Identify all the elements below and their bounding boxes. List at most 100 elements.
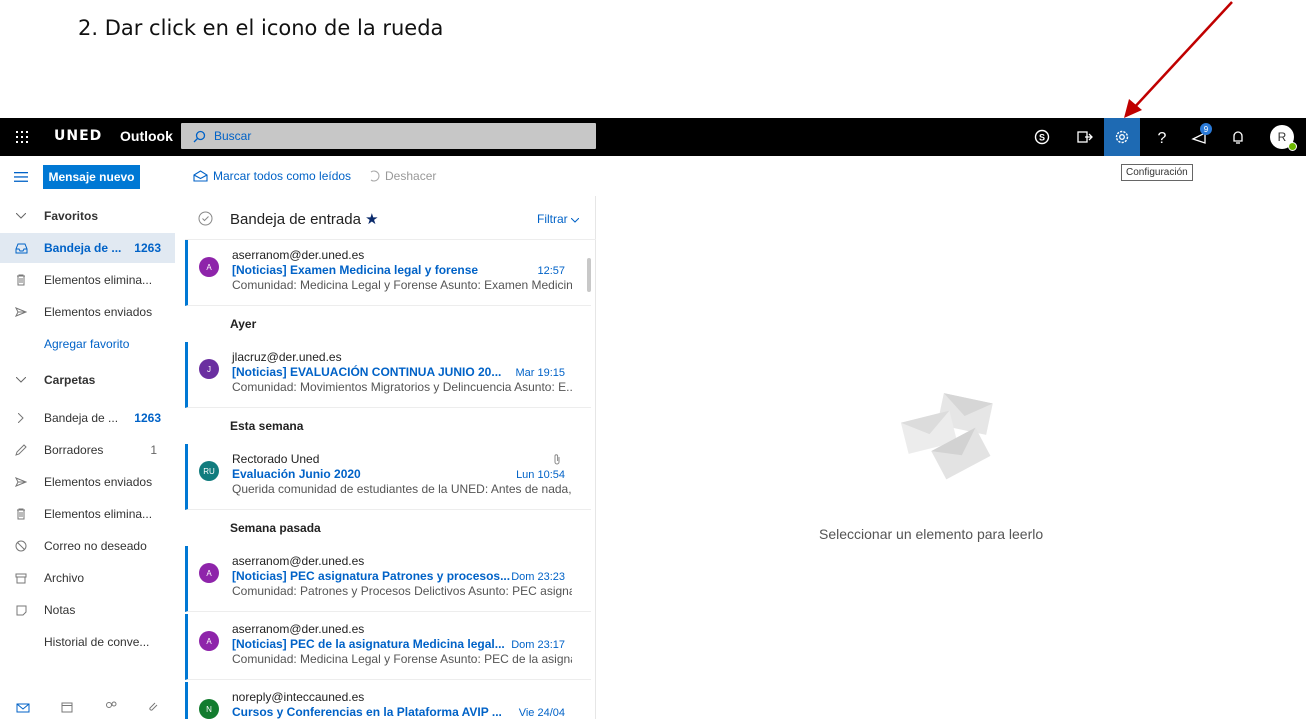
favorites-header[interactable]: Favoritos: [0, 201, 175, 231]
group-header-this-week: Esta semana: [185, 408, 591, 444]
search-box[interactable]: Buscar: [181, 123, 596, 149]
message-row[interactable]: A aserranom@der.uned.es [Noticias] PEC a…: [185, 546, 591, 612]
sidebar-item-junk[interactable]: Correo no deseado: [0, 531, 175, 561]
app-name[interactable]: Outlook: [120, 128, 173, 144]
archive-icon: [14, 571, 28, 585]
calendar-icon[interactable]: [61, 700, 73, 719]
star-icon: ★: [365, 211, 379, 228]
new-message-button[interactable]: Mensaje nuevo: [43, 165, 140, 189]
module-switcher: [0, 700, 175, 719]
outlook-app: UNED Outlook Buscar S ? 9 R Mensaje nuev…: [0, 118, 1306, 719]
inbox-icon: [14, 241, 28, 255]
subject: [Noticias] EVALUACIÓN CONTINUA JUNIO 20.…: [232, 365, 502, 379]
command-bar: Mensaje nuevo Marcar todos como leídos D…: [0, 156, 1306, 196]
notifications-bell-icon[interactable]: [1220, 118, 1256, 156]
sender: aserranom@der.uned.es: [232, 622, 365, 636]
sidebar-item-conversation-history[interactable]: Historial de conve...: [0, 627, 175, 657]
reading-pane: Seleccionar un elemento para leerlo: [597, 196, 1306, 719]
empty-reading-text: Seleccionar un elemento para leerlo: [819, 526, 1044, 542]
sender: aserranom@der.uned.es: [232, 554, 365, 568]
group-header-yesterday: Ayer: [185, 306, 591, 342]
subject: Evaluación Junio 2020: [232, 467, 361, 481]
settings-tooltip: Configuración: [1121, 164, 1193, 181]
mail-icon[interactable]: [16, 700, 30, 719]
message-list: Bandeja de entrada ★ Filtrar A aserranom…: [185, 196, 596, 719]
notification-badge: 9: [1200, 123, 1212, 135]
message-row[interactable]: J jlacruz@der.uned.es [Noticias] EVALUAC…: [185, 342, 591, 408]
folders-header[interactable]: Carpetas: [0, 365, 175, 395]
mark-all-read-button[interactable]: Marcar todos como leídos: [193, 169, 351, 183]
subject: [Noticias] PEC de la asignatura Medicina…: [232, 637, 505, 651]
send-icon: [14, 305, 28, 319]
unread-count: 1263: [134, 411, 161, 425]
message-row[interactable]: RU Rectorado Uned Evaluación Junio 2020 …: [185, 444, 591, 510]
sender-avatar: A: [199, 563, 219, 583]
attach-icon[interactable]: [149, 700, 159, 719]
received-time: Dom 23:23: [511, 571, 565, 583]
received-time: Mar 19:15: [515, 367, 565, 379]
chevron-right-icon: [14, 411, 28, 425]
search-icon: [193, 130, 206, 143]
people-icon[interactable]: [104, 700, 118, 719]
sender: aserranom@der.uned.es: [232, 248, 365, 262]
whats-new-icon[interactable]: 9: [1182, 118, 1218, 156]
add-favorite-link[interactable]: Agregar favorito: [0, 329, 175, 359]
preview-text: Comunidad: Medicina Legal y Forense Asun…: [232, 652, 572, 666]
folder-title: Bandeja de entrada ★: [230, 211, 379, 228]
empty-envelopes-icon: [900, 393, 993, 480]
sender-avatar: RU: [199, 461, 219, 481]
sidebar-item-notes[interactable]: Notas: [0, 595, 175, 625]
message-row[interactable]: N noreply@inteccauned.es Cursos y Confer…: [185, 682, 591, 719]
blocked-icon: [14, 539, 28, 553]
svg-text:?: ?: [1158, 130, 1167, 145]
sender: Rectorado Uned: [232, 452, 320, 466]
undo-button[interactable]: Deshacer: [368, 169, 436, 183]
svg-text:S: S: [1039, 133, 1045, 143]
sender: jlacruz@der.uned.es: [232, 350, 342, 364]
message-list-header: Bandeja de entrada ★ Filtrar: [185, 196, 596, 240]
app-launcher-icon[interactable]: [0, 118, 44, 156]
hamburger-menu-icon[interactable]: [14, 169, 28, 187]
message-row[interactable]: A aserranom@der.uned.es [Noticias] Exame…: [185, 240, 591, 306]
received-time: Dom 23:17: [511, 639, 565, 651]
trash-icon: [14, 507, 28, 521]
settings-gear-icon[interactable]: [1104, 118, 1140, 156]
sender: noreply@inteccauned.es: [232, 690, 365, 704]
folder-pane: Favoritos Bandeja de ... 1263 Elementos …: [0, 196, 175, 719]
skype-icon[interactable]: S: [1024, 118, 1060, 156]
chevron-down-icon: [570, 217, 580, 223]
sidebar-item-inbox[interactable]: Bandeja de ... 1263: [0, 403, 175, 433]
user-avatar[interactable]: R: [1264, 118, 1300, 156]
uned-logo[interactable]: UNED: [54, 128, 102, 144]
list-scrollbar[interactable]: [587, 258, 591, 292]
my-day-icon[interactable]: [1067, 118, 1103, 156]
search-placeholder: Buscar: [214, 129, 252, 143]
sidebar-item-sent[interactable]: Elementos enviados: [0, 467, 175, 497]
sidebar-item-sent-favorite[interactable]: Elementos enviados: [0, 297, 175, 327]
sidebar-item-deleted[interactable]: Elementos elimina...: [0, 499, 175, 529]
sidebar-item-deleted-favorite[interactable]: Elementos elimina...: [0, 265, 175, 295]
sender-avatar: N: [199, 699, 219, 719]
received-time: 12:57: [537, 265, 565, 277]
message-row[interactable]: A aserranom@der.uned.es [Noticias] PEC d…: [185, 614, 591, 680]
sidebar-item-drafts[interactable]: Borradores 1: [0, 435, 175, 465]
undo-icon: [370, 170, 380, 182]
unread-count: 1263: [134, 241, 161, 255]
draft-count: 1: [150, 443, 157, 457]
sender-avatar: A: [199, 257, 219, 277]
received-time: Vie 24/04: [518, 707, 565, 719]
help-icon[interactable]: ?: [1144, 118, 1180, 156]
trash-icon: [14, 273, 28, 287]
presence-dot-icon: [1288, 142, 1297, 151]
subject: Cursos y Conferencias en la Plataforma A…: [232, 705, 502, 719]
envelope-open-icon: [193, 170, 208, 182]
filter-button[interactable]: Filtrar: [537, 212, 580, 226]
attachment-icon: [553, 452, 561, 470]
received-time: Lun 10:54: [516, 469, 565, 481]
sidebar-item-inbox-favorite[interactable]: Bandeja de ... 1263: [0, 233, 175, 263]
select-all-checkbox-icon[interactable]: [198, 211, 213, 231]
preview-text: Querida comunidad de estudiantes de la U…: [232, 482, 572, 496]
chevron-down-icon: [14, 373, 28, 387]
pencil-icon: [14, 443, 28, 457]
sidebar-item-archive[interactable]: Archivo: [0, 563, 175, 593]
